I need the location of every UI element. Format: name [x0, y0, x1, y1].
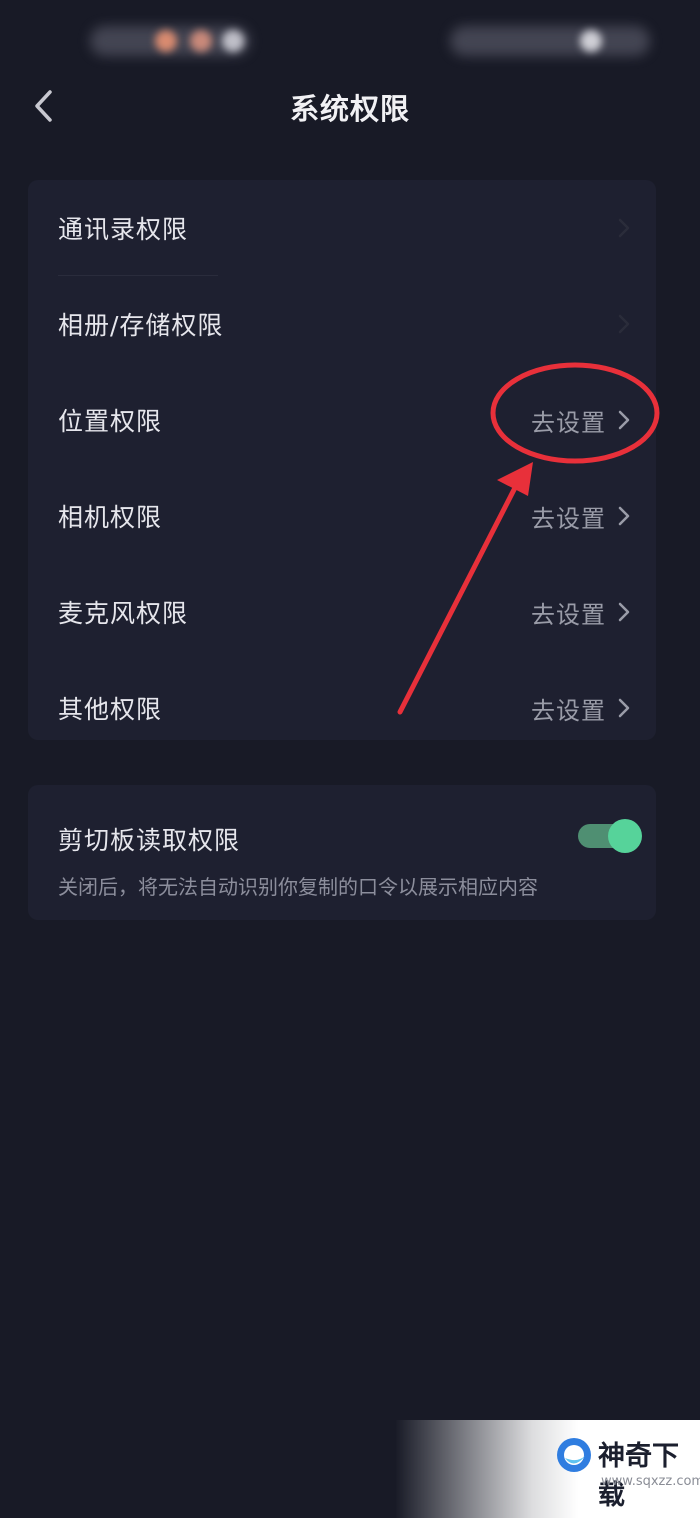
site-logo-icon: [557, 1438, 591, 1472]
watermark: 神奇下载 www.sqxzz.com: [395, 1420, 700, 1518]
permission-label: 相机权限: [58, 503, 163, 532]
go-settings-link[interactable]: 去设置: [531, 595, 606, 630]
permission-label: 通讯录权限: [58, 215, 189, 244]
chevron-right-icon: [618, 314, 630, 334]
clipboard-permission-toggle[interactable]: [578, 819, 642, 853]
status-bar: [0, 0, 700, 80]
clipboard-card: 剪切板读取权限 关闭后，将无法自动识别你复制的口令以展示相应内容: [28, 785, 656, 920]
status-icon: [155, 30, 177, 52]
status-icon: [190, 30, 212, 52]
permission-row-album-storage[interactable]: 相册/存储权限: [28, 276, 656, 372]
watermark-url: www.sqxzz.com: [601, 1474, 700, 1489]
permissions-card: 通讯录权限 相册/存储权限 位置权限 去设置 相机权限 去设置 麦克风权限 去设…: [28, 180, 656, 740]
permission-label: 相册/存储权限: [58, 311, 224, 340]
go-settings-link[interactable]: 去设置: [531, 403, 606, 438]
page-title: 系统权限: [289, 92, 410, 126]
watermark-name: 神奇下载: [598, 1441, 679, 1511]
system-permissions-screen: 系统权限 通讯录权限 相册/存储权限 位置权限 去设置 相机权限 去设置 麦克风…: [0, 0, 700, 1518]
battery-icon: [580, 30, 602, 52]
chevron-right-icon: [618, 698, 630, 718]
permission-row-other[interactable]: 其他权限 去设置: [28, 660, 656, 756]
permission-row-microphone[interactable]: 麦克风权限 去设置: [28, 564, 656, 660]
toggle-knob: [608, 819, 642, 853]
permission-row-location[interactable]: 位置权限 去设置: [28, 372, 656, 468]
go-settings-link[interactable]: 去设置: [531, 499, 606, 534]
permission-label: 其他权限: [58, 695, 163, 724]
status-bar-right-blurred: [450, 26, 650, 56]
chevron-right-icon: [618, 218, 630, 238]
clipboard-permission-description: 关闭后，将无法自动识别你复制的口令以展示相应内容: [58, 875, 538, 899]
permission-label: 麦克风权限: [58, 599, 189, 628]
permission-row-camera[interactable]: 相机权限 去设置: [28, 468, 656, 564]
status-icon: [222, 30, 244, 52]
chevron-right-icon: [618, 602, 630, 622]
go-settings-link[interactable]: 去设置: [531, 691, 606, 726]
chevron-right-icon: [618, 410, 630, 430]
clipboard-permission-label: 剪切板读取权限: [58, 826, 241, 855]
nav-bar: 系统权限: [0, 70, 700, 140]
permission-label: 位置权限: [58, 407, 163, 436]
permission-row-contacts[interactable]: 通讯录权限: [28, 180, 656, 276]
chevron-right-icon: [618, 506, 630, 526]
